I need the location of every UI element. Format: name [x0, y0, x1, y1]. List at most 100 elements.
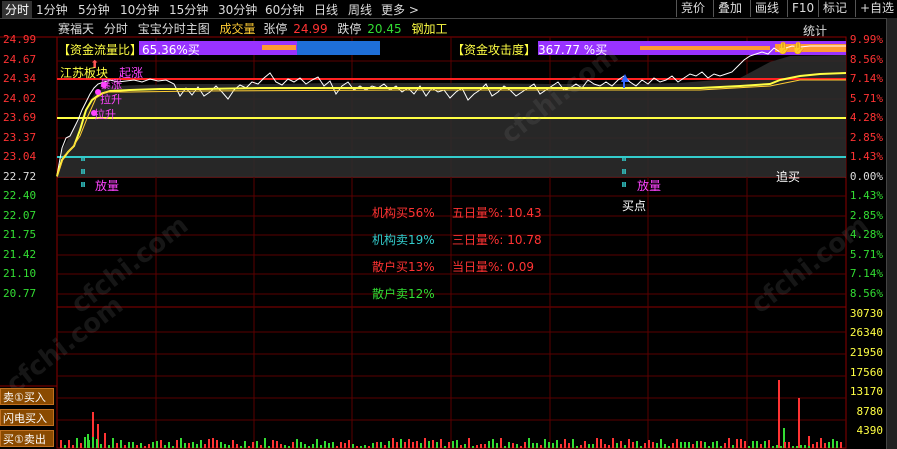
- vol-tick: 4390: [856, 424, 884, 437]
- volume-bar: [220, 442, 222, 448]
- volume-bar: [808, 446, 810, 448]
- retail-buy-stat: 散户买13%: [372, 260, 435, 274]
- volume-bar: [280, 444, 282, 448]
- volume-bar: [124, 445, 126, 448]
- price-tick: 21.75: [3, 228, 37, 241]
- volume-bar: [832, 439, 834, 448]
- volume-bar: [664, 444, 666, 448]
- volume-bar: [696, 441, 698, 448]
- volume-bar: [596, 438, 598, 448]
- vol-tick: 21950: [849, 346, 883, 359]
- volume-bar: [828, 442, 830, 448]
- volume-bar: [372, 443, 374, 448]
- volume-bar: [72, 445, 74, 448]
- volume-bar: [836, 441, 838, 448]
- volume-bar: [224, 444, 226, 448]
- price-tick: 24.67: [3, 53, 37, 66]
- volume-bar: [504, 446, 506, 448]
- volume-bar: [488, 441, 490, 448]
- volume-bar: [668, 446, 670, 448]
- volume-bar: [392, 438, 394, 448]
- volume-bar: [92, 437, 94, 448]
- chase-buy-annotation: 追买: [776, 170, 801, 184]
- svg-text:⏸: ⏸: [621, 151, 627, 165]
- volume-bar: [320, 445, 322, 448]
- vol-tick: 13170: [849, 385, 883, 398]
- volume-bar: [540, 445, 542, 448]
- volume-bar: [412, 442, 414, 448]
- pct-tick: 8.56%: [849, 287, 883, 300]
- svg-text:⏸: ⏸: [621, 177, 627, 191]
- volume-bar: [428, 441, 430, 448]
- volume-bar: [604, 444, 606, 448]
- volume-bar: [284, 445, 286, 448]
- volume-bar: [752, 441, 754, 448]
- volume-bar: [476, 445, 478, 448]
- today-volume-stat: 当日量%: 0.09: [452, 260, 534, 274]
- volume-bar: [176, 440, 178, 448]
- volume-bar: [200, 440, 202, 448]
- volume-bar: [780, 446, 782, 448]
- volume-bar: [340, 442, 342, 448]
- volume-bar: [248, 446, 250, 448]
- price-tick: 24.34: [3, 72, 37, 85]
- price-tick: 24.02: [3, 92, 37, 105]
- volume-bar: [128, 442, 130, 448]
- volume-bar: [484, 444, 486, 448]
- pct-tick: 5.71%: [849, 248, 883, 261]
- pct-tick: 4.28%: [849, 111, 883, 124]
- svg-text:⏸: ⏸: [80, 177, 86, 191]
- volume-bar: [348, 440, 350, 448]
- pull-up-annotation: 拉升: [100, 93, 122, 106]
- volume-bar: [548, 442, 550, 448]
- vol-tick: 8780: [856, 405, 884, 418]
- volume-bar: [764, 441, 766, 448]
- rise-start-annotation: 起涨: [119, 66, 144, 80]
- volume-bar: [352, 444, 354, 448]
- volume-bar: [96, 439, 98, 448]
- vertical-scrollbar[interactable]: [886, 18, 897, 449]
- volume-bar: [448, 442, 450, 448]
- volume-bar: [148, 444, 150, 448]
- price-tick: 21.42: [3, 248, 37, 261]
- volume-bar: [472, 446, 474, 448]
- volume-bar: [172, 446, 174, 448]
- volume-bar: [136, 445, 138, 448]
- svg-text:⏸: ⏸: [80, 151, 86, 165]
- volume-bar: [212, 438, 214, 448]
- volume-bar: [736, 439, 738, 448]
- volume-bar: [688, 442, 690, 448]
- volume-bar: [360, 446, 362, 448]
- volume-bar: [464, 444, 466, 448]
- volume-bar: [512, 443, 514, 448]
- buy1-sell-button[interactable]: 买①卖出: [0, 430, 54, 447]
- volume-bar: [296, 439, 298, 448]
- price-tick: 22.40: [3, 189, 37, 202]
- price-tick: 23.04: [3, 150, 37, 163]
- volume-bar: [520, 446, 522, 448]
- volume-bar: [116, 443, 118, 448]
- volume-bar: [452, 441, 454, 448]
- volume-bar: [700, 441, 702, 448]
- volume-bar: [712, 442, 714, 448]
- volume-bar: [420, 443, 422, 448]
- flash-buy-button[interactable]: 闪电买入: [0, 409, 54, 426]
- volume-bar: [812, 444, 814, 448]
- sell1-buy-button[interactable]: 卖①买入: [0, 388, 54, 405]
- volume-bar: [528, 438, 530, 448]
- buy-point-annotation: 买点: [622, 199, 647, 213]
- volume-bar: [436, 442, 438, 448]
- volume-bar: [76, 438, 78, 448]
- volume-bar: [500, 438, 502, 448]
- volume-bar: [100, 444, 102, 448]
- pct-tick: 0.00%: [849, 170, 883, 183]
- volume-bar: [400, 439, 402, 448]
- volume-bar: [264, 438, 266, 448]
- price-tick: 21.10: [3, 267, 37, 280]
- volume-bar: [636, 441, 638, 448]
- volume-bar: [60, 440, 62, 448]
- volume-bar: [188, 443, 190, 448]
- volume-bar: [480, 444, 482, 448]
- pct-tick: 7.14%: [849, 267, 883, 280]
- fund-flow-label: 【资金流量比】: [58, 43, 143, 57]
